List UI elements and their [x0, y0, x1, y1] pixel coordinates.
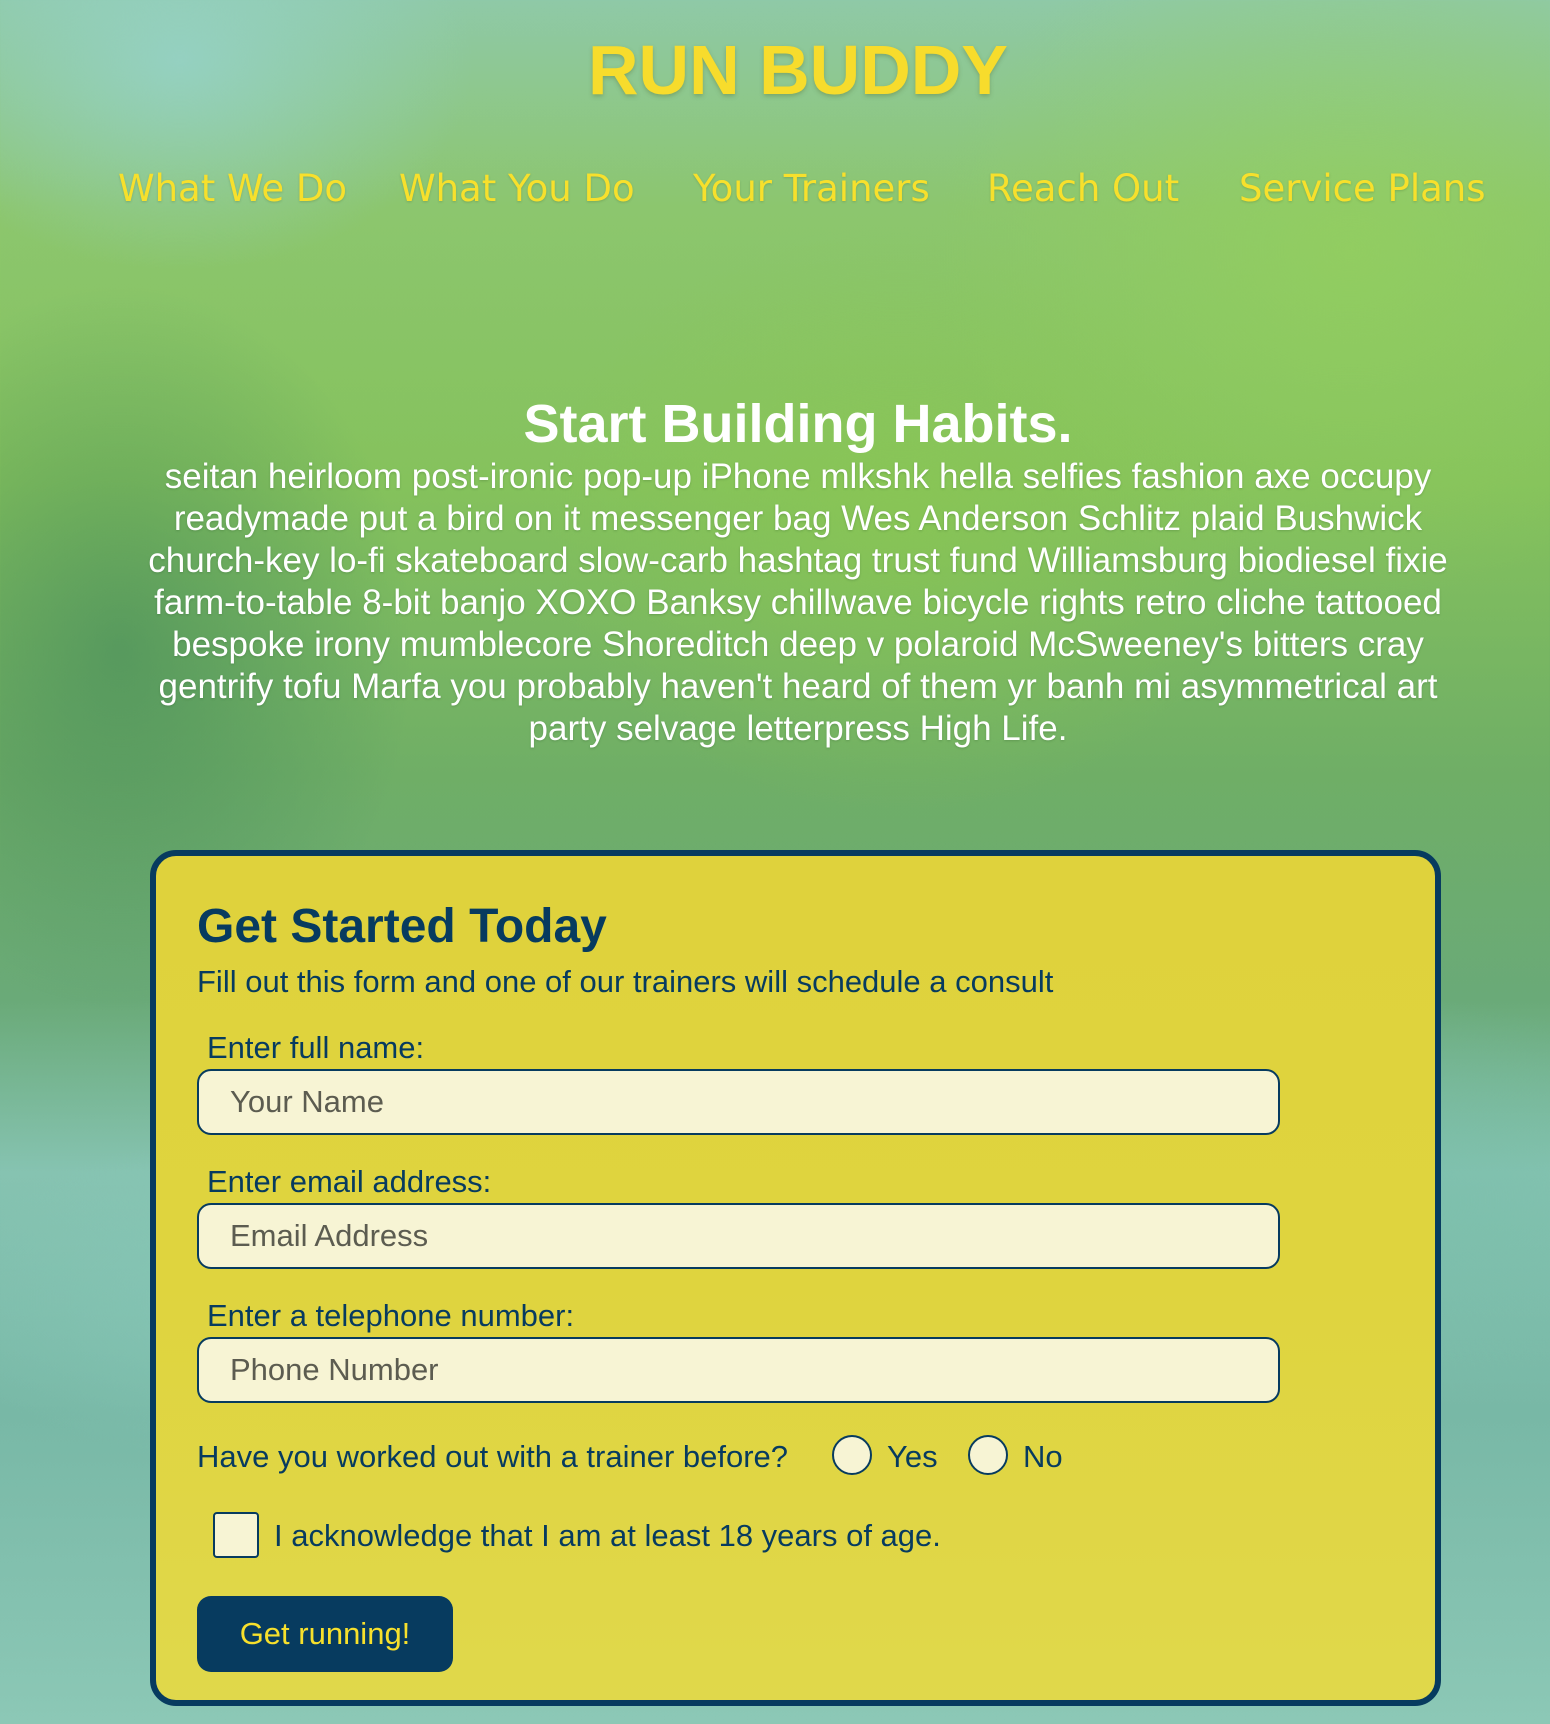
age-acknowledgement-label[interactable]: I acknowledge that I am at least 18 year…	[274, 1516, 941, 1556]
nav-link-what-we-do[interactable]: What We Do	[118, 164, 347, 214]
phone-label: Enter a telephone number:	[207, 1298, 575, 1333]
form-title: Get Started Today	[197, 900, 607, 953]
form-subtitle: Fill out this form and one of our traine…	[197, 964, 1054, 999]
trainer-question-label: Have you worked out with a trainer befor…	[197, 1439, 789, 1474]
hero-heading: Start Building Habits.	[523, 394, 1073, 454]
phone-input[interactable]	[197, 1337, 1280, 1403]
email-label: Enter email address:	[207, 1164, 492, 1199]
trainer-question-group: Have you worked out with a trainer befor…	[197, 1434, 1297, 1480]
site-title: RUN BUDDY	[588, 31, 1008, 109]
nav-link-what-you-do[interactable]: What You Do	[399, 164, 635, 214]
nav-link-service-plans[interactable]: Service Plans	[1239, 164, 1486, 214]
full-name-label: Enter full name:	[207, 1030, 425, 1065]
nav-link-your-trainers[interactable]: Your Trainers	[693, 164, 930, 214]
get-running-button[interactable]: Get running!	[197, 1596, 453, 1672]
signup-form: Get Started Today Fill out this form and…	[150, 850, 1441, 1706]
trainer-no-label[interactable]: No	[1023, 1437, 1063, 1477]
trainer-yes-label[interactable]: Yes	[887, 1437, 938, 1477]
email-input[interactable]	[197, 1203, 1280, 1269]
trainer-no-radio[interactable]	[968, 1435, 1008, 1475]
full-name-input[interactable]	[197, 1069, 1280, 1135]
trainer-yes-radio[interactable]	[832, 1435, 872, 1475]
hero-section: Start Building Habits. seitan heirloom p…	[140, 392, 1456, 750]
nav-link-reach-out[interactable]: Reach Out	[987, 164, 1179, 214]
age-acknowledgement-checkbox[interactable]	[213, 1512, 259, 1558]
main-nav: What We Do What You Do Your Trainers Rea…	[0, 164, 1550, 214]
hero-body-text: seitan heirloom post-ironic pop-up iPhon…	[148, 457, 1448, 748]
age-acknowledgement-group: I acknowledge that I am at least 18 year…	[213, 1512, 1313, 1562]
